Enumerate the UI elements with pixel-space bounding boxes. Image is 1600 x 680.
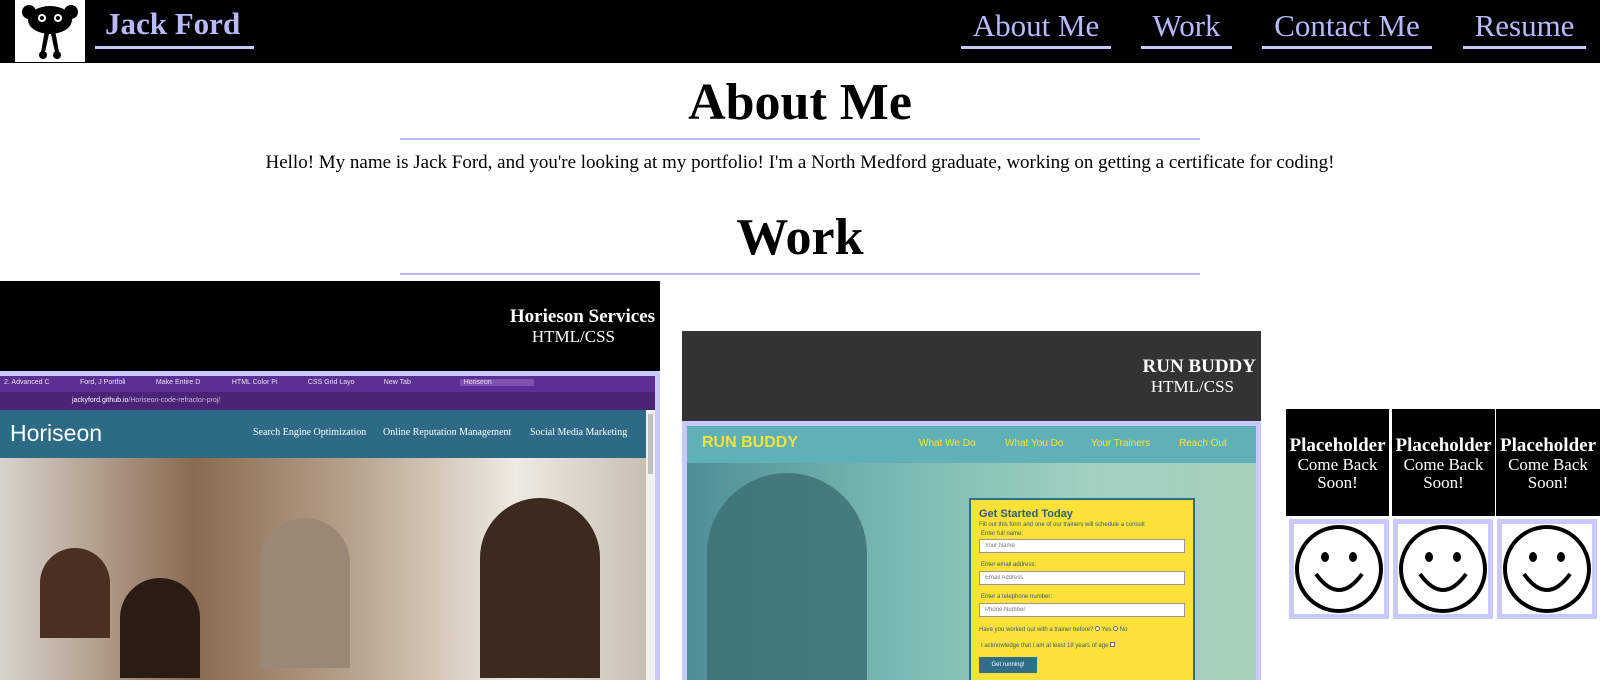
url-path: /Horiseon-code-refractor-proj/ bbox=[128, 397, 221, 404]
phone-label: Enter a telephone number: bbox=[981, 594, 1053, 600]
placeholder-card-header[interactable]: Placeholder Come Back Soon! bbox=[1286, 409, 1389, 516]
browser-tab[interactable]: New Tab bbox=[384, 379, 458, 386]
yes-label: Yes bbox=[1101, 627, 1112, 633]
project-card-header[interactable]: Horieson Services HTML/CSS bbox=[0, 281, 660, 371]
browser-tab[interactable]: HTML Color Pi bbox=[232, 379, 306, 386]
placeholder-card-header[interactable]: Placeholder Come Back Soon! bbox=[1392, 409, 1495, 516]
placeholder-subtitle: Come Back Soon! bbox=[1297, 455, 1378, 492]
project-card-header[interactable]: RUN BUDDY HTML/CSS bbox=[682, 331, 1261, 421]
placeholder-image[interactable] bbox=[1393, 519, 1493, 619]
no-radio[interactable] bbox=[1113, 626, 1119, 631]
placeholder-title: Placeholder bbox=[1499, 435, 1597, 456]
runbuddy-nav-item[interactable]: Reach Out bbox=[1179, 438, 1227, 449]
placeholder-title: Placeholder bbox=[1395, 435, 1492, 456]
browser-tab[interactable]: CSS Grid Layo bbox=[308, 379, 382, 386]
age-checkbox[interactable] bbox=[1110, 642, 1116, 647]
site-title[interactable]: Jack Ford bbox=[95, 4, 254, 49]
placeholder-subtitle: Come Back Soon! bbox=[1508, 455, 1588, 492]
browser-tab[interactable]: Make Entire D bbox=[156, 379, 230, 386]
about-heading: About Me bbox=[400, 70, 1200, 140]
email-field[interactable] bbox=[979, 571, 1185, 585]
horiseon-hero-image bbox=[0, 458, 646, 680]
form-intro: Fill out this form and one of our traine… bbox=[979, 522, 1145, 528]
horiseon-nav-item[interactable]: Online Reputation Management bbox=[383, 427, 511, 438]
horiseon-nav-item[interactable]: Social Media Marketing bbox=[530, 427, 627, 438]
form-title: Get Started Today bbox=[979, 508, 1073, 520]
project-tech: HTML/CSS bbox=[1150, 377, 1234, 396]
trainer-question: Have you worked out with a trainer befor… bbox=[979, 627, 1094, 633]
browser-tab-strip: 2. Advanced C Ford, J Portfoli Make Enti… bbox=[0, 376, 655, 392]
project-title: Horieson Services bbox=[509, 306, 655, 327]
placeholder-title: Placeholder bbox=[1289, 435, 1386, 456]
name-label: Enter full name: bbox=[981, 531, 1024, 537]
placeholder-card-header[interactable]: Placeholder Come Back Soon! bbox=[1496, 409, 1600, 516]
nav-resume[interactable]: Resume bbox=[1463, 4, 1586, 49]
placeholder-image[interactable] bbox=[1497, 519, 1597, 619]
about-text: Hello! My name is Jack Ford, and you're … bbox=[265, 152, 1335, 173]
browser-address-bar[interactable]: jackyford.github.io/Horiseon-code-refrac… bbox=[0, 392, 655, 410]
age-acknowledgement: I acknowledge that I am at least 18 year… bbox=[981, 643, 1109, 649]
url-host: jackyford.github.io bbox=[72, 397, 129, 404]
project-title: RUN BUDDY bbox=[1142, 356, 1256, 377]
nav-contact-me[interactable]: Contact Me bbox=[1262, 4, 1432, 49]
placeholder-image[interactable] bbox=[1289, 519, 1389, 619]
nav-about-me[interactable]: About Me bbox=[961, 4, 1111, 49]
runbuddy-signup-form: Get Started Today Fill out this form and… bbox=[969, 498, 1195, 680]
browser-tab[interactable]: 2. Advanced C bbox=[4, 379, 78, 386]
project-screenshot[interactable]: RUN BUDDY What We Do What You Do Your Tr… bbox=[682, 421, 1261, 680]
nav-work[interactable]: Work bbox=[1141, 4, 1232, 49]
smiley-icon bbox=[1503, 525, 1591, 613]
logo-icon[interactable] bbox=[15, 0, 85, 62]
horiseon-nav-item[interactable]: Search Engine Optimization bbox=[253, 427, 366, 438]
runbuddy-nav-item[interactable]: Your Trainers bbox=[1091, 438, 1150, 449]
smiley-icon bbox=[1399, 525, 1487, 613]
phone-field[interactable] bbox=[979, 603, 1185, 617]
yes-radio[interactable] bbox=[1095, 626, 1101, 631]
placeholder-subtitle: Come Back Soon! bbox=[1403, 455, 1484, 492]
runbuddy-brand: RUN BUDDY bbox=[702, 434, 798, 451]
project-tech: HTML/CSS bbox=[531, 327, 615, 346]
horiseon-brand: Horiseon bbox=[10, 420, 103, 446]
site-header: Jack Ford About Me Work Contact Me Resum… bbox=[0, 0, 1600, 63]
name-field[interactable] bbox=[979, 539, 1185, 553]
browser-tab-active[interactable]: Horiseon bbox=[459, 379, 534, 386]
runbuddy-site-header: RUN BUDDY What We Do What You Do Your Tr… bbox=[687, 426, 1256, 463]
get-running-button[interactable]: Get running! bbox=[979, 657, 1037, 673]
runbuddy-nav-item[interactable]: What You Do bbox=[1005, 438, 1063, 449]
runbuddy-nav-item[interactable]: What We Do bbox=[919, 438, 976, 449]
browser-scrollbar[interactable] bbox=[646, 410, 655, 680]
project-screenshot[interactable]: 2. Advanced C Ford, J Portfoli Make Enti… bbox=[0, 371, 660, 680]
browser-tab[interactable]: Ford, J Portfoli bbox=[80, 379, 154, 386]
work-heading: Work bbox=[400, 205, 1200, 275]
email-label: Enter email address: bbox=[981, 562, 1037, 568]
horiseon-site-header: Horiseon Search Engine Optimization Onli… bbox=[0, 410, 646, 458]
no-label: No bbox=[1119, 627, 1128, 633]
smiley-icon bbox=[1295, 525, 1383, 613]
